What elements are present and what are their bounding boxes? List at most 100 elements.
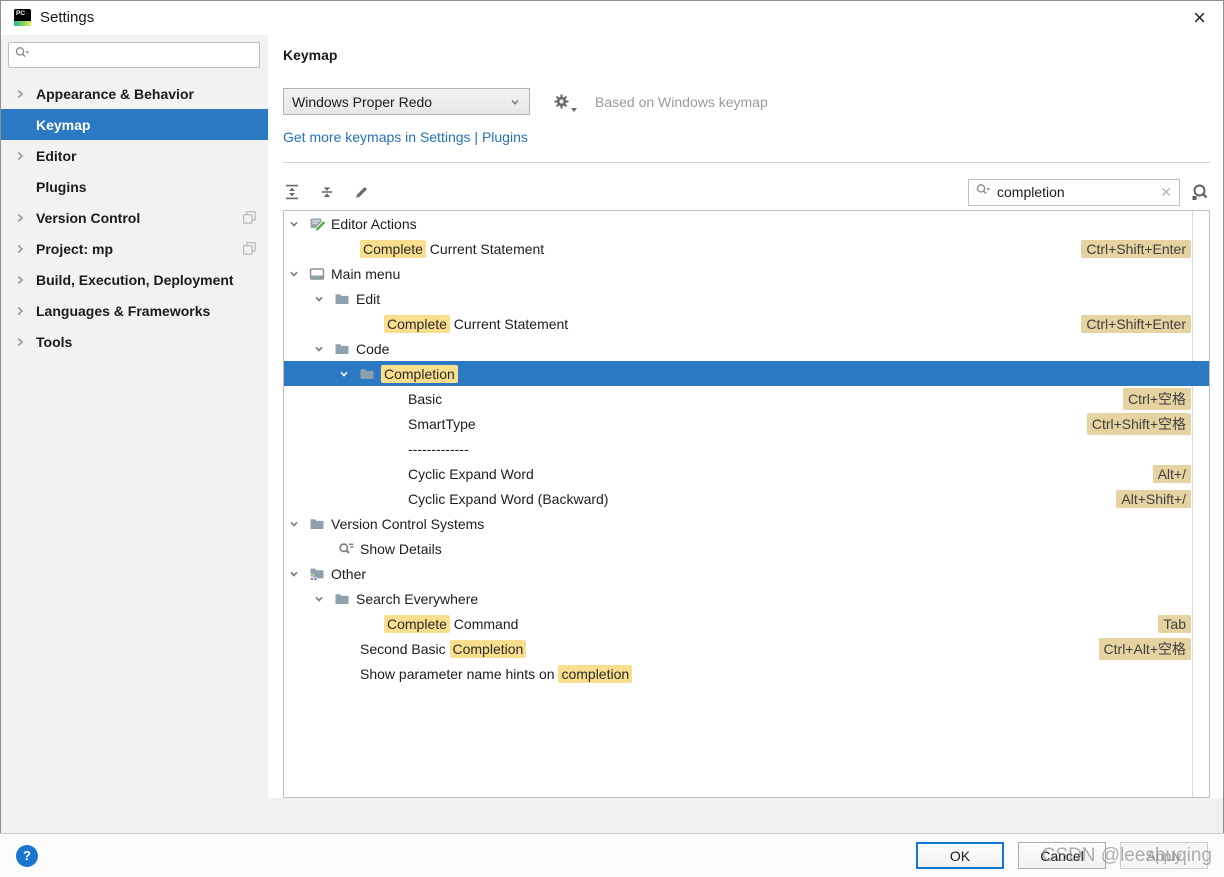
bottom-strip	[268, 798, 1224, 833]
sidebar-item-keymap[interactable]: Keymap	[0, 109, 268, 140]
shortcut-chip: Alt+Shift+/	[1116, 489, 1191, 508]
chevron-right-icon[interactable]	[14, 336, 36, 348]
edit-pencil-icon[interactable]	[353, 183, 371, 201]
chevron-right-icon[interactable]	[14, 150, 36, 162]
shortcut-chip: Ctrl+Shift+Enter	[1081, 314, 1191, 333]
tree-row-label: Complete Current Statement	[360, 239, 544, 258]
chevron-right-icon[interactable]	[14, 305, 36, 317]
search-match-highlight: Complete	[360, 239, 426, 258]
chevron-down-icon[interactable]	[313, 343, 334, 355]
tree-row-label: Completion	[381, 364, 458, 383]
sidebar-item-project-mp[interactable]: Project: mp	[0, 233, 268, 264]
tree-row-smarttype[interactable]: SmartType Ctrl+Shift+空格	[284, 411, 1209, 436]
chevron-down-icon[interactable]	[288, 568, 309, 580]
dialog-body: Appearance & Behavior Keymap Editor Plugins…	[0, 35, 1224, 833]
settings-sidebar: Appearance & Behavior Keymap Editor Plugins…	[0, 35, 268, 833]
pycharm-logo-icon: PC	[14, 9, 31, 26]
tree-row-label: Other	[331, 565, 367, 582]
sidebar-item-label: Version Control	[36, 209, 141, 226]
folder-icon	[359, 366, 381, 382]
tree-row-cyclic-expand-word-backward[interactable]: Cyclic Expand Word (Backward) Alt+Shift+/	[284, 486, 1209, 511]
keymap-toolbar: ✕	[283, 178, 1210, 206]
tree-row-other[interactable]: Other	[284, 561, 1209, 586]
chevron-right-icon[interactable]	[14, 274, 36, 286]
search-icon	[15, 46, 31, 65]
keymap-selector-row: Windows Proper Redo Based on Windows key…	[283, 88, 1210, 115]
sidebar-item-appearance-behavior[interactable]: Appearance & Behavior	[0, 78, 268, 109]
sidebar-item-tools[interactable]: Tools	[0, 326, 268, 357]
chevron-down-icon[interactable]	[288, 518, 309, 530]
chevron-down-icon[interactable]	[288, 218, 309, 230]
sidebar-item-label: Languages & Frameworks	[36, 302, 211, 319]
filter-input[interactable]	[997, 184, 1161, 200]
close-icon[interactable]: ×	[1193, 6, 1206, 28]
chevron-down-icon[interactable]	[288, 268, 309, 280]
shortcut-chip: Tab	[1158, 614, 1191, 633]
keymap-page: Keymap Windows Proper Redo Based on Wind…	[268, 35, 1224, 833]
tree-row-complete-command[interactable]: Complete Command Tab	[284, 611, 1209, 636]
sidebar-item-label: Build, Execution, Deployment	[36, 271, 234, 288]
tree-row-label: Show Details	[360, 540, 442, 557]
tree-row-editor-actions[interactable]: Editor Actions	[284, 211, 1209, 236]
find-by-shortcut-icon[interactable]	[1190, 183, 1210, 202]
window-title: Settings	[40, 9, 95, 26]
help-icon[interactable]: ?	[16, 844, 38, 867]
tree-row-code[interactable]: Code	[284, 336, 1209, 361]
sidebar-item-label: Keymap	[36, 116, 91, 133]
tree-row-complete-current-statement[interactable]: Complete Current Statement Ctrl+Shift+Ent…	[284, 236, 1209, 261]
shortcut-chip: Alt+/	[1152, 464, 1191, 483]
tree-row-version-control-systems[interactable]: Version Control Systems	[284, 511, 1209, 536]
search-match-highlight: Completion	[449, 639, 527, 658]
get-more-keymaps-link[interactable]: Get more keymaps in Settings | Plugins	[283, 129, 528, 146]
filter-search-box[interactable]: ✕	[968, 178, 1180, 206]
separator	[283, 162, 1210, 163]
tree-row-label: Basic	[408, 390, 443, 407]
tree-row-search-everywhere[interactable]: Search Everywhere	[284, 586, 1209, 611]
tree-row-show-parameter-name-hints-on-completion[interactable]: Show parameter name hints on completion	[284, 661, 1209, 686]
sidebar-item-plugins[interactable]: Plugins	[0, 171, 268, 202]
expand-all-icon[interactable]	[283, 183, 301, 201]
footer-bar: ? OK Cancel Apply CSDN @leeshuqing	[0, 833, 1224, 877]
apply-button[interactable]: Apply	[1120, 842, 1208, 869]
shortcut-chip: Ctrl+Shift+空格	[1086, 412, 1191, 435]
tree-row-basic[interactable]: Basic Ctrl+空格	[284, 386, 1209, 411]
collapse-all-icon[interactable]	[318, 183, 336, 201]
sidebar-item-build-execution-deployment[interactable]: Build, Execution, Deployment	[0, 264, 268, 295]
chevron-down-icon	[509, 96, 521, 108]
shared-settings-icon	[243, 211, 256, 224]
chevron-down-icon[interactable]	[338, 368, 359, 380]
tree-row-completion[interactable]: Completion	[284, 361, 1209, 386]
folder-dots-icon	[309, 566, 331, 582]
tree-row-[interactable]: -------------	[284, 436, 1209, 461]
sidebar-item-editor[interactable]: Editor	[0, 140, 268, 171]
tree-row-second-basic-completion[interactable]: Second Basic Completion Ctrl+Alt+空格	[284, 636, 1209, 661]
chevron-right-icon[interactable]	[14, 88, 36, 100]
chevron-down-icon[interactable]	[313, 293, 334, 305]
keymap-tree: Editor Actions Complete Current Statement…	[283, 210, 1210, 798]
tree-row-cyclic-expand-word[interactable]: Cyclic Expand Word Alt+/	[284, 461, 1209, 486]
tree-row-main-menu[interactable]: Main menu	[284, 261, 1209, 286]
sidebar-search-box[interactable]	[8, 42, 260, 68]
tree-row-edit[interactable]: Edit	[284, 286, 1209, 311]
sidebar-item-version-control[interactable]: Version Control	[0, 202, 268, 233]
sidebar-item-label: Plugins	[36, 178, 87, 195]
folder-icon	[334, 291, 356, 307]
search-icon	[976, 183, 992, 202]
search-match-highlight: Complete	[384, 314, 450, 333]
ok-button[interactable]: OK	[916, 842, 1004, 869]
tree-row-label: SmartType	[408, 415, 476, 432]
sidebar-item-languages-frameworks[interactable]: Languages & Frameworks	[0, 295, 268, 326]
chevron-right-icon[interactable]	[14, 243, 36, 255]
clear-filter-icon[interactable]: ✕	[1160, 185, 1172, 199]
sidebar-search-input[interactable]	[31, 47, 259, 63]
tree-row-label: Show parameter name hints on completion	[360, 664, 633, 683]
keymap-select[interactable]: Windows Proper Redo	[283, 88, 530, 115]
cancel-button[interactable]: Cancel	[1018, 842, 1106, 869]
tree-row-complete-current-statement[interactable]: Complete Current Statement Ctrl+Shift+Ent…	[284, 311, 1209, 336]
chevron-down-icon[interactable]	[313, 593, 334, 605]
based-on-label: Based on Windows keymap	[595, 93, 768, 110]
gear-icon[interactable]	[552, 92, 577, 112]
chevron-right-icon[interactable]	[14, 212, 36, 224]
tree-row-show-details[interactable]: Show Details	[284, 536, 1209, 561]
tree-row-label: Search Everywhere	[356, 590, 479, 607]
